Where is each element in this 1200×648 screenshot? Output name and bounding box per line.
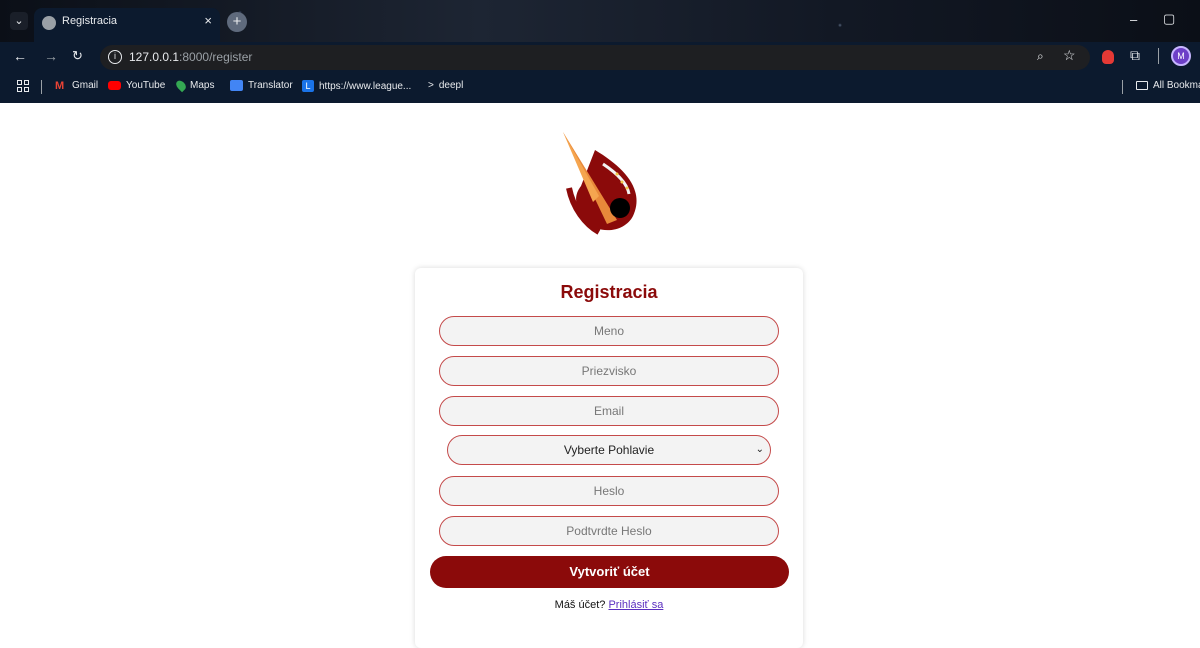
gmail-icon: M xyxy=(55,79,65,92)
league-icon: L xyxy=(302,80,314,92)
bookmark-youtube[interactable]: YouTube xyxy=(108,80,165,91)
login-prompt: Máš účet? xyxy=(554,599,606,611)
all-bookmarks[interactable]: All Bookma xyxy=(1136,80,1200,91)
new-tab-button[interactable]: + xyxy=(227,12,247,32)
translator-icon xyxy=(230,80,243,91)
bookmarks-divider xyxy=(41,80,42,94)
browser-chrome: ⌄ Registracia × + – ▢ ← → ↻ i 127.0.0.1:… xyxy=(0,0,1200,103)
folder-icon xyxy=(1136,81,1148,90)
youtube-icon xyxy=(108,81,121,90)
gender-select[interactable]: Vyberte Pohlavie ⌄ xyxy=(447,435,771,465)
bookmark-deepl[interactable]: > deepl xyxy=(428,80,463,91)
bookmarks-bar: M Gmail YouTube Maps Translator L https:… xyxy=(0,72,1200,103)
toolbar-divider xyxy=(1158,48,1159,64)
puzzle-icon[interactable]: ⧉ xyxy=(1130,47,1140,64)
login-link[interactable]: Prihlásiť sa xyxy=(608,599,663,611)
tab-registracia[interactable]: Registracia × xyxy=(34,8,220,42)
minimize-icon[interactable]: – xyxy=(1130,12,1137,27)
email-input[interactable]: Email xyxy=(439,396,779,426)
comet-logo xyxy=(563,132,637,235)
bookmark-translator[interactable]: Translator xyxy=(230,80,293,91)
avatar[interactable]: M xyxy=(1171,46,1191,66)
chevron-down-icon[interactable]: ⌄ xyxy=(10,12,28,30)
globe-icon xyxy=(42,16,56,30)
chevron-right-icon: > xyxy=(428,80,434,91)
bookmark-league[interactable]: L https://www.league... xyxy=(302,80,411,92)
url-text: 127.0.0.1:8000/register xyxy=(129,50,253,64)
zoom-icon[interactable]: ⌕ xyxy=(1037,49,1044,64)
reload-icon[interactable]: ↻ xyxy=(72,48,83,64)
maximize-icon[interactable]: ▢ xyxy=(1163,11,1179,31)
chevron-down-icon: ⌄ xyxy=(755,444,764,455)
forward-arrow-icon[interactable]: → xyxy=(44,48,58,64)
back-arrow-icon[interactable]: ← xyxy=(13,48,27,64)
info-icon[interactable]: i xyxy=(108,50,122,64)
first-name-input[interactable]: Meno xyxy=(439,316,779,346)
address-bar[interactable]: i 127.0.0.1:8000/register ⌕ ☆ xyxy=(100,45,1090,70)
registration-card: Registracia Meno Priezvisko Email Vybert… xyxy=(415,268,803,648)
bookmarks-divider-right xyxy=(1122,80,1123,94)
password-input[interactable]: Heslo xyxy=(439,476,779,506)
browser-toolbar: ← → ↻ i 127.0.0.1:8000/register ⌕ ☆ xyxy=(0,42,1200,72)
extension-icon[interactable] xyxy=(1102,50,1114,64)
login-prompt-line: Máš účet? Prihlásiť sa xyxy=(415,599,803,611)
tab-strip: ⌄ Registracia × + – ▢ xyxy=(0,0,1200,42)
bookmark-gmail[interactable]: M Gmail xyxy=(55,80,98,91)
star-icon[interactable]: ☆ xyxy=(1063,47,1076,64)
last-name-input[interactable]: Priezvisko xyxy=(439,356,779,386)
close-icon[interactable]: × xyxy=(204,13,212,28)
tab-title: Registracia xyxy=(62,15,118,27)
page-title: Registracia xyxy=(560,282,658,302)
create-account-button[interactable]: Vytvoriť účet xyxy=(430,556,789,588)
bookmark-maps[interactable]: Maps xyxy=(174,78,214,93)
gender-select-value: Vyberte Pohlavie xyxy=(563,443,655,457)
maps-pin-icon xyxy=(174,78,188,93)
apps-grid-icon[interactable] xyxy=(17,80,29,92)
confirm-password-input[interactable]: Podtvrdte Heslo xyxy=(439,516,779,546)
